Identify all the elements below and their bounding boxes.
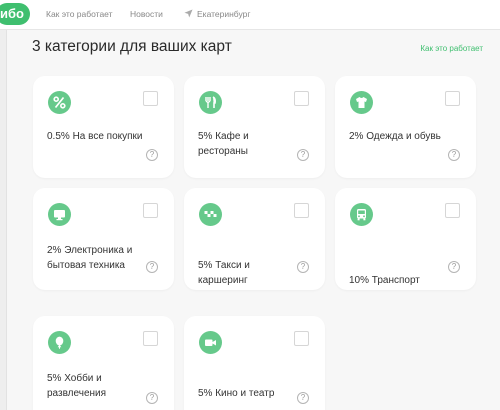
category-card-cinema[interactable]: 5% Кино и театр ? [184,316,325,410]
how-it-works-link[interactable]: Как это работает [420,44,483,53]
help-icon[interactable]: ? [146,261,158,273]
city-name: Екатеринбург [197,9,251,19]
category-label: 2% Одежда и обувь [349,131,441,142]
fork-knife-icon [199,91,222,114]
bus-icon [350,203,373,226]
categories-panel: 3 категории для ваших карт Как это работ… [6,30,500,410]
category-card-electronics[interactable]: 2% Электроника и бытовая техника ? [33,188,174,290]
category-label: 10% Транспорт [349,275,420,286]
category-label: 5% Кафе и рестораны [198,131,249,157]
category-card-taxi[interactable]: 5% Такси и каршеринг ? [184,188,325,290]
taxi-checker-icon [199,203,222,226]
help-icon[interactable]: ? [297,392,309,404]
category-label: 5% Хобби и развлечения [47,373,107,399]
category-card-cafe[interactable]: 5% Кафе и рестораны ? [184,76,325,178]
category-card-clothing[interactable]: 2% Одежда и обувь ? [335,76,476,178]
top-nav: ибо Как это работает Новости Екатеринбур… [0,0,500,30]
category-checkbox[interactable] [294,203,309,218]
category-label: 5% Такси и каршеринг [198,260,250,286]
category-checkbox[interactable] [294,91,309,106]
category-checkbox[interactable] [143,91,158,106]
nav-link-news[interactable]: Новости [130,9,163,19]
help-icon[interactable]: ? [297,149,309,161]
category-checkbox[interactable] [143,331,158,346]
category-card-all-purchases[interactable]: 0.5% На все покупки ? [33,76,174,178]
help-icon[interactable]: ? [146,149,158,161]
category-checkbox[interactable] [445,203,460,218]
category-label: 5% Кино и театр [198,388,275,399]
logo[interactable]: ибо [0,3,30,25]
category-label: 0.5% На все покупки [47,131,143,142]
nav-link-how-it-works[interactable]: Как это работает [46,9,113,19]
category-checkbox[interactable] [445,91,460,106]
help-icon[interactable]: ? [146,392,158,404]
page-title: 3 категории для ваших карт [32,38,232,55]
category-card-hobby[interactable]: 5% Хобби и развлечения ? [33,316,174,410]
help-icon[interactable]: ? [297,261,309,273]
location-arrow-icon [184,9,193,18]
monitor-icon [48,203,71,226]
city-selector[interactable]: Екатеринбург [184,9,250,19]
help-icon[interactable]: ? [448,149,460,161]
category-card-transport[interactable]: 10% Транспорт ? [335,188,476,290]
balloon-icon [48,331,71,354]
percent-icon [48,91,71,114]
camera-icon [199,331,222,354]
category-checkbox[interactable] [294,331,309,346]
help-icon[interactable]: ? [448,261,460,273]
category-label: 2% Электроника и бытовая техника [47,245,133,271]
category-checkbox[interactable] [143,203,158,218]
tshirt-icon [350,91,373,114]
